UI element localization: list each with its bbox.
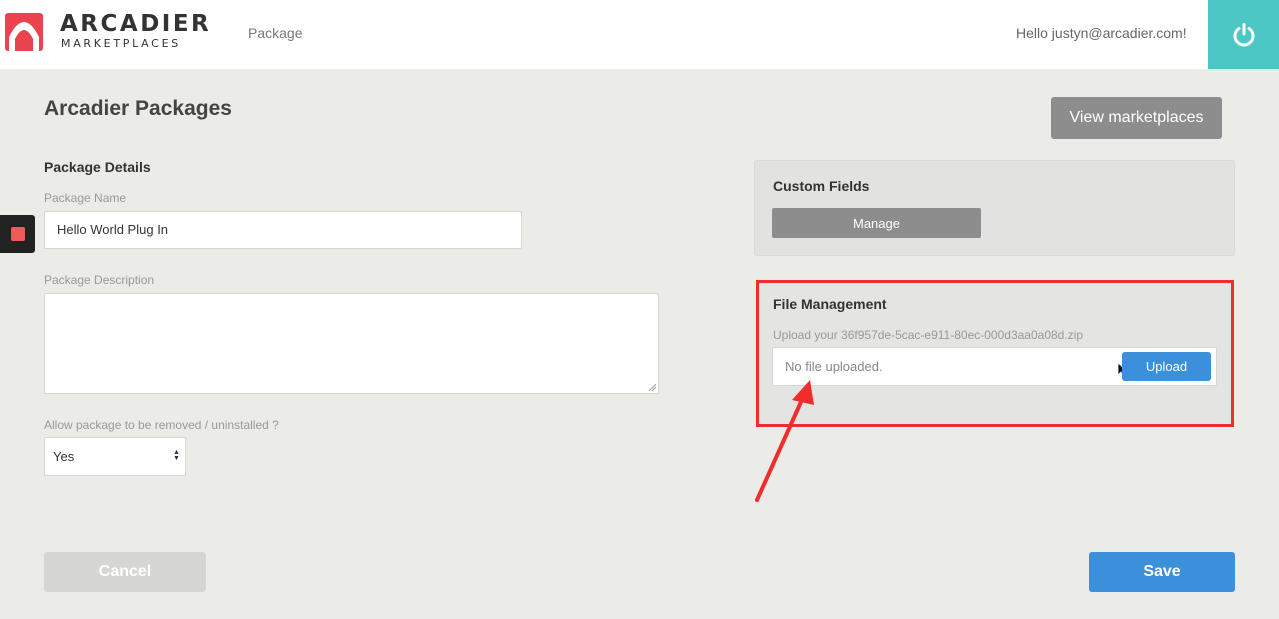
top-header: ARCADIER MARKETPLACES Package Hello just… — [0, 0, 1279, 69]
logo-title: ARCADIER — [60, 11, 212, 37]
annotation-arrow-icon — [755, 380, 814, 502]
stop-icon — [10, 227, 25, 241]
logout-button[interactable] — [1208, 0, 1279, 69]
removable-selected-value: Yes — [53, 449, 75, 464]
view-marketplaces-button[interactable]: View marketplaces — [1051, 97, 1222, 139]
logo-subtitle: MARKETPLACES — [61, 37, 181, 50]
select-arrows-icon: ▲ ▼ — [173, 449, 180, 462]
package-description-textarea[interactable] — [44, 293, 659, 394]
manage-custom-fields-button[interactable]: Manage — [772, 208, 981, 238]
logo-text[interactable]: ARCADIER MARKETPLACES — [60, 11, 211, 51]
custom-fields-title: Custom Fields — [773, 178, 870, 194]
removable-select[interactable]: Yes ▲ ▼ — [44, 437, 186, 476]
power-icon — [1233, 22, 1254, 46]
page-title: Arcadier Packages — [44, 97, 232, 120]
package-description-label: Package Description — [44, 273, 155, 287]
cancel-button[interactable]: Cancel — [44, 552, 206, 592]
arcadier-logo-icon[interactable] — [5, 13, 43, 51]
annotation-highlight-box — [756, 280, 1234, 427]
resize-grip-icon[interactable] — [648, 383, 656, 391]
package-name-label: Package Name — [44, 191, 127, 205]
package-name-input[interactable]: Hello World Plug In — [44, 211, 522, 249]
save-button[interactable]: Save — [1089, 552, 1235, 592]
package-details-heading: Package Details — [44, 159, 151, 175]
removable-label: Allow package to be removed / uninstalle… — [44, 418, 279, 432]
user-greeting: Hello justyn@arcadier.com! — [1016, 25, 1187, 41]
nav-item-package[interactable]: Package — [248, 25, 302, 41]
side-panel-toggle[interactable] — [0, 215, 35, 253]
